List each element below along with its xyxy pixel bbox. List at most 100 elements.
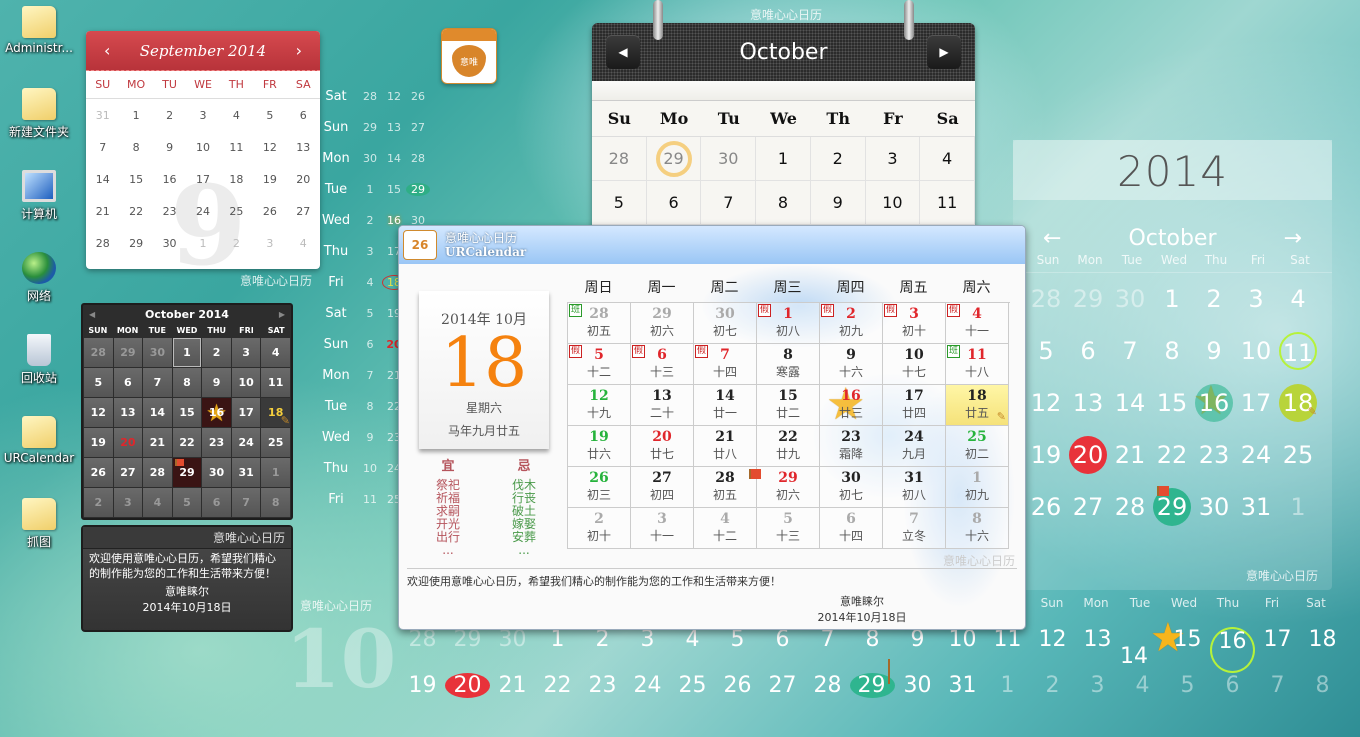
day-cell[interactable]: 14 (143, 398, 172, 427)
day-number[interactable]: 16 (1210, 627, 1255, 673)
day-cell[interactable]: 13 (113, 398, 143, 427)
strip-day[interactable]: 15 (382, 183, 406, 196)
day-cell[interactable]: 29 (119, 237, 152, 250)
day-cell[interactable]: 14 (1109, 384, 1151, 422)
day-cell[interactable]: 3 (113, 488, 143, 517)
day-cell[interactable]: 6 (287, 109, 320, 122)
day-cell[interactable]: 26 初三 (568, 467, 631, 508)
day-cell[interactable]: 3 (865, 137, 921, 181)
day-cell[interactable]: 2 (810, 137, 866, 181)
day-number[interactable]: 2 (580, 627, 625, 673)
day-cell[interactable]: 4 (920, 137, 975, 181)
day-number[interactable]: 12 (1030, 627, 1075, 673)
day-cell[interactable]: 28 (1025, 280, 1067, 318)
urcalendar-app-icon[interactable]: 意唯 (441, 28, 497, 84)
day-cell[interactable]: 10 (231, 368, 261, 397)
day-cell[interactable]: 29 (646, 137, 702, 181)
day-number[interactable]: 30 (895, 673, 940, 698)
day-number[interactable]: 4 (1120, 673, 1165, 698)
day-cell[interactable]: 31 (1235, 488, 1277, 526)
day-cell[interactable]: 25 (261, 428, 290, 457)
day-cell[interactable]: 8 (756, 181, 811, 225)
day-cell[interactable]: 5 (1025, 332, 1067, 370)
day-cell[interactable]: 假 5 十二 (568, 344, 631, 385)
day-cell[interactable]: 24 (186, 205, 219, 218)
day-cell[interactable]: 13 (287, 141, 320, 154)
day-cell[interactable]: 15 (1151, 384, 1193, 422)
day-number[interactable]: 13 (1075, 627, 1120, 673)
day-cell[interactable]: 6 十四 (820, 508, 883, 549)
day-cell[interactable]: 29 (172, 458, 202, 487)
day-number[interactable]: 6 (760, 627, 805, 673)
day-cell[interactable]: 班 11 十八 (946, 344, 1009, 385)
day-cell[interactable]: 7 立冬 (883, 508, 946, 549)
strip-day[interactable]: 30 (358, 152, 382, 165)
day-cell[interactable]: 7 (701, 181, 757, 225)
day-cell[interactable]: 18 ✎ (261, 398, 290, 427)
day-number[interactable]: 31 (940, 673, 985, 698)
day-number[interactable]: 7 (805, 627, 850, 673)
day-cell[interactable]: 30 (153, 237, 186, 250)
strip-day[interactable]: 11 (358, 493, 382, 506)
day-number[interactable]: 2 (1030, 673, 1075, 698)
day-cell[interactable]: 4 (143, 488, 172, 517)
prev-month-button[interactable]: ◀ (89, 310, 95, 319)
day-number[interactable]: 28 (805, 673, 850, 698)
day-cell[interactable]: 29 (1151, 486, 1193, 526)
day-cell[interactable]: ★16 (1193, 378, 1235, 424)
day-number[interactable]: 28 (400, 627, 445, 673)
day-cell[interactable]: 9 (1193, 332, 1235, 370)
day-number[interactable]: 29 (850, 659, 895, 698)
day-cell[interactable]: 12 十九 (568, 385, 631, 426)
day-cell[interactable]: 28 (592, 137, 647, 181)
day-cell[interactable]: 4 十二 (694, 508, 757, 549)
day-cell[interactable]: 5 (592, 181, 647, 225)
day-cell[interactable]: 22 (119, 205, 152, 218)
day-cell[interactable]: 23 (1193, 436, 1235, 474)
day-cell[interactable]: 21 (1109, 436, 1151, 474)
strip-day[interactable]: 28 (406, 152, 430, 165)
day-number[interactable]: 14★ (1120, 615, 1186, 673)
day-number[interactable]: 10 (940, 627, 985, 673)
day-cell[interactable]: 5 (253, 109, 286, 122)
day-cell[interactable]: 8 (261, 488, 290, 517)
day-cell[interactable]: 5 (172, 488, 202, 517)
day-number[interactable]: 25 (670, 673, 715, 698)
desktop-icon[interactable]: 新建文件夹 (0, 88, 78, 140)
day-cell[interactable]: 7 (1109, 332, 1151, 370)
strip-day[interactable]: 10 (358, 462, 382, 475)
day-cell[interactable]: 1 初九 (946, 467, 1009, 508)
day-number[interactable]: 24 (625, 673, 670, 698)
day-cell[interactable]: 28 (86, 237, 119, 250)
day-number[interactable]: 15 (1165, 627, 1210, 673)
day-number[interactable]: 9 (895, 627, 940, 673)
desktop-icon[interactable]: Administr... (0, 6, 78, 55)
arrow-left-icon[interactable]: ← (1043, 226, 1061, 251)
day-cell[interactable]: 11 (1277, 332, 1319, 370)
day-cell[interactable]: 18 ✎ (1277, 384, 1319, 422)
day-cell[interactable]: 23 (202, 428, 231, 457)
day-cell[interactable]: 30 (143, 338, 172, 367)
day-cell[interactable]: 17 (186, 173, 219, 186)
day-cell[interactable]: 4 (1277, 280, 1319, 318)
next-month-button[interactable]: ▶ (279, 310, 285, 319)
desktop-icon[interactable]: 回收站 (0, 334, 78, 386)
day-cell[interactable]: 29 (113, 338, 143, 367)
day-cell[interactable]: 2 (1193, 280, 1235, 318)
strip-day[interactable]: 6 (358, 338, 382, 351)
day-cell[interactable]: 22 (172, 428, 202, 457)
day-cell[interactable]: 11 (220, 141, 253, 154)
day-cell[interactable]: 7 (143, 368, 172, 397)
day-cell[interactable]: 2 (220, 237, 253, 250)
day-cell[interactable]: 1 (119, 109, 152, 122)
day-cell[interactable]: 31 (231, 458, 261, 487)
day-cell[interactable]: 29 (1067, 280, 1109, 318)
day-cell[interactable]: 27 (1067, 488, 1109, 526)
day-cell[interactable]: 15 (172, 398, 202, 427)
day-cell[interactable]: 6 (646, 181, 702, 225)
day-cell[interactable]: 12 (253, 141, 286, 154)
strip-day[interactable]: 4 (358, 276, 382, 289)
strip-day[interactable]: 8 (358, 400, 382, 413)
day-cell[interactable]: 30 初七 (820, 467, 883, 508)
day-cell[interactable]: 30 (1109, 280, 1151, 318)
